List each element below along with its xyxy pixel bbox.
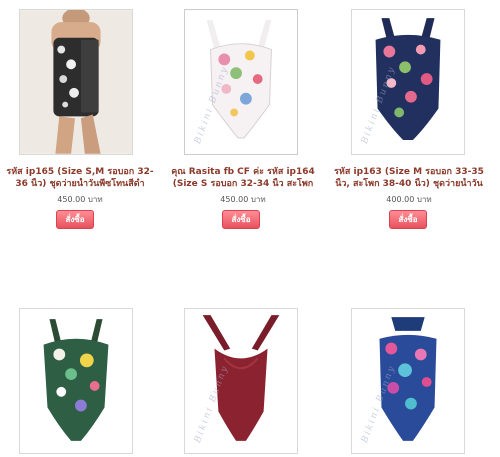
product-image-ip165[interactable] [19,9,133,155]
swimsuit-tropical-leaf-photo [20,309,132,453]
order-button-ip164[interactable]: สั่งซื้อ [222,210,260,229]
product-image-ip163[interactable]: Bikini Bunny [351,9,465,155]
product-image-6[interactable]: Bikini Bunny [351,308,465,454]
order-button-ip165[interactable]: สั่งซื้อ [56,210,94,229]
product-image-ip164[interactable]: Bikini Bunny [184,9,298,155]
product-price-ip163: 400.00 บาท [386,195,432,204]
product-title-ip163[interactable]: รหัส ip163 (Size M รอบอก 33-35 นิ้ว, สะโ… [329,166,489,190]
product-title-ip164[interactable]: คุณ Rasita fb CF ค่ะ รหัส ip164 (Size S … [163,166,323,190]
product-price-ip165: 450.00 บาท [57,195,103,204]
product-price-ip164: 450.00 บาท [220,195,266,204]
swimsuit-black-floral-photo [20,10,132,154]
product-grid: รหัส ip165 (Size S,M รอบอก 32- 36 นิ้ว) … [0,0,500,457]
product-title-ip165[interactable]: รหัส ip165 (Size S,M รอบอก 32- 36 นิ้ว) … [0,166,160,190]
product-image-5[interactable]: Bikini Bunny [184,308,298,454]
order-button-ip163[interactable]: สั่งซื้อ [389,210,427,229]
product-image-4[interactable] [19,308,133,454]
